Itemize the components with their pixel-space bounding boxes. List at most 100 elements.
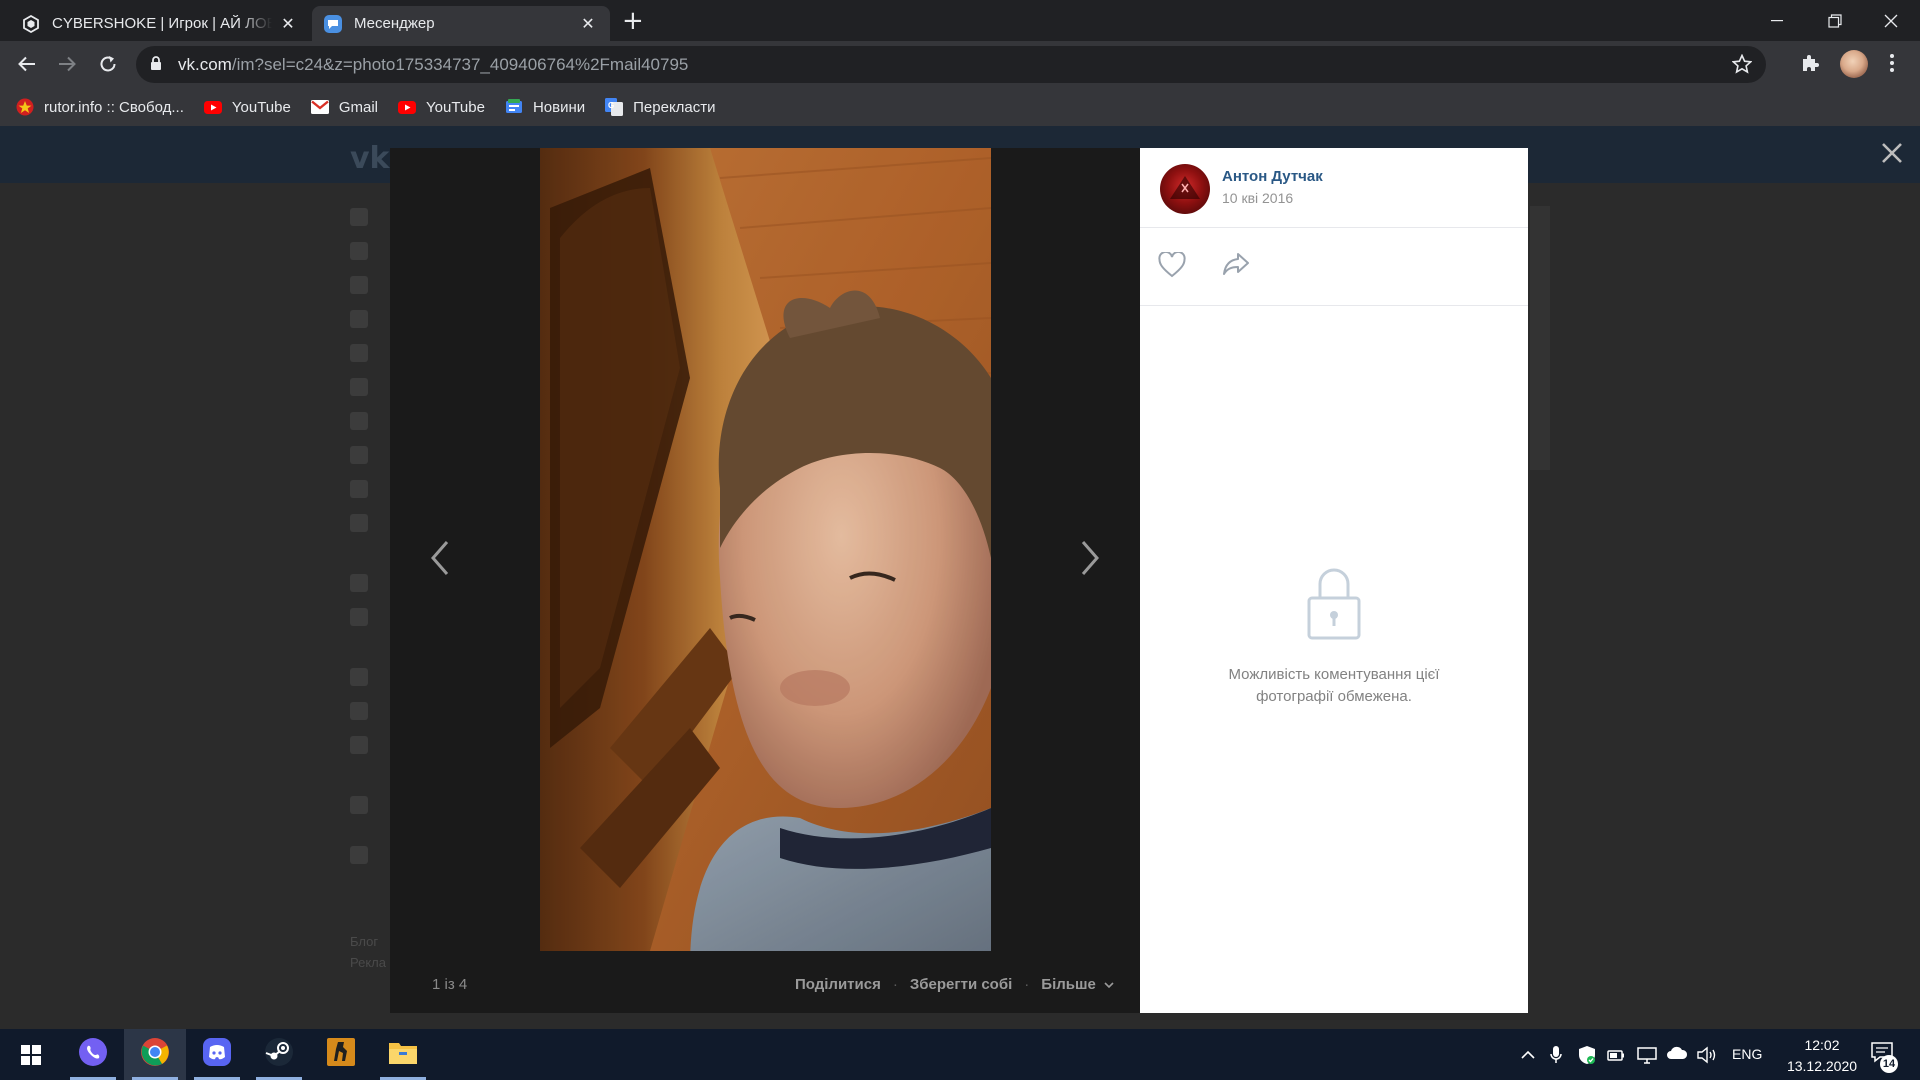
like-heart-icon[interactable] [1158,250,1186,283]
security-shield-icon[interactable] [1578,1045,1596,1070]
taskbar-discord[interactable] [186,1029,248,1080]
photo-info-panel: Антон Дутчак 10 кві 2016 Можливість коме… [1140,148,1528,1013]
microphone-icon[interactable] [1550,1045,1562,1070]
photos-icon [350,378,368,396]
youtube-icon [398,98,416,116]
chrome-menu-icon[interactable] [1890,54,1894,77]
browser-tab-strip: CYBERSHOKE | Игрок | АЙ ЛОВИ ✕ Месенджер… [0,0,1920,41]
games-icon [350,514,368,532]
browser-toolbar: vk.com/im?sel=c24&z=photo175334737_40940… [0,41,1920,88]
photo-image[interactable] [540,148,991,951]
bookmarks-bar: rutor.info :: Свобод... YouTube Gmail Yo… [0,88,1920,126]
prev-photo-arrow-icon[interactable] [420,528,460,588]
news-icon [350,242,368,260]
notification-count-badge: 14 [1880,1055,1898,1073]
onedrive-cloud-icon[interactable] [1666,1045,1688,1066]
tab-messenger[interactable]: Месенджер ✕ [312,6,610,41]
photo-actions: Поділитися · Зберегти собі · Більше [795,976,1114,993]
more-link[interactable]: Більше [1041,976,1114,993]
groups-icon [350,796,368,814]
start-button[interactable] [0,1029,62,1080]
profile-avatar[interactable] [1840,50,1868,78]
share-arrow-icon[interactable] [1222,252,1250,281]
next-photo-arrow-icon[interactable] [1070,528,1110,588]
bookmark-star-icon[interactable] [1731,53,1753,79]
footer-link: Блог [350,934,379,949]
bookmark-youtube[interactable]: YouTube [203,98,291,116]
separator: · [892,976,898,993]
author-block: Антон Дутчак 10 кві 2016 [1140,148,1528,228]
network-icon[interactable] [1636,1045,1658,1070]
bookmark-news[interactable]: Новини [505,98,585,116]
show-hidden-icons-chevron-icon[interactable] [1520,1047,1536,1065]
clock[interactable]: 12:02 13.12.2020 [1778,1035,1866,1077]
share-link[interactable]: Поділитися [795,976,881,993]
volume-icon[interactable] [1696,1045,1718,1070]
discord-icon [202,1037,232,1072]
google-news-icon [505,98,523,116]
svg-text:G: G [608,101,614,110]
extensions-puzzle-icon[interactable] [1800,53,1820,78]
google-translate-icon: G [605,98,624,116]
cybershoke-icon [22,14,40,33]
lock-icon[interactable] [150,56,162,76]
author-avatar[interactable] [1160,164,1210,214]
viewer-footer: 1 із 4 Поділитися · Зберегти собі · Біль… [390,968,1140,998]
files-icon [350,736,368,754]
close-window-button[interactable] [1862,0,1920,41]
bookmark-translate[interactable]: G Перекласти [605,98,716,116]
tab-title: CYBERSHOKE | Игрок | АЙ ЛОВИ [52,15,272,32]
lock-icon [1307,568,1361,640]
taskbar-steam[interactable] [248,1029,310,1080]
like-share-bar [1140,228,1528,306]
restore-button[interactable] [1806,0,1864,41]
back-button[interactable] [12,49,42,79]
photo-date[interactable]: 10 кві 2016 [1222,190,1293,206]
save-to-self-link[interactable]: Зберегти собі [910,976,1012,993]
minimize-button[interactable] [1748,0,1806,41]
language-indicator[interactable]: ENG [1732,1046,1762,1062]
viber-icon [78,1037,108,1072]
footer-link: Рекла [350,955,386,970]
new-tab-button[interactable]: + [622,8,644,34]
page-content: vk Блог Рекла 1 із 4 Поділитися · Зберег… [0,126,1920,1029]
url-text[interactable]: vk.com/im?sel=c24&z=photo175334737_40940… [178,55,688,75]
tab-close-button[interactable]: ✕ [578,14,598,34]
photo-counter: 1 із 4 [432,976,468,993]
bookmark-rutor[interactable]: rutor.info :: Свобод... [16,98,184,116]
messages-icon [350,276,368,294]
tab-close-button[interactable]: ✕ [278,14,298,34]
videos-icon [350,446,368,464]
photo-viewer: 1 із 4 Поділитися · Зберегти собі · Біль… [390,148,1140,1013]
bookmarks-icon [350,702,368,720]
taskbar-chrome[interactable] [124,1029,186,1080]
taskbar-viber[interactable] [62,1029,124,1080]
taskbar-csgo[interactable] [310,1029,372,1080]
vk-messenger-icon [324,14,342,33]
rutor-icon [16,98,34,116]
clock-time: 12:02 [1804,1037,1840,1053]
comments-restricted-notice: Можливість коментування цієї фотографії … [1140,566,1528,708]
address-bar[interactable]: vk.com/im?sel=c24&z=photo175334737_40940… [136,46,1766,83]
background-panel [1530,206,1550,470]
friends-icon [350,310,368,328]
steam-icon [264,1037,294,1072]
reload-button[interactable] [93,49,123,79]
forward-button[interactable] [52,49,82,79]
tab-title: Месенджер [354,15,435,32]
battery-icon[interactable] [1606,1045,1626,1070]
author-name-link[interactable]: Антон Дутчак [1222,168,1323,185]
chrome-icon [140,1037,170,1072]
apps-grid-icon [350,846,368,864]
file-explorer-icon [388,1039,418,1070]
clips-icon [350,480,368,498]
bookmark-gmail[interactable]: Gmail [310,98,378,116]
clock-date: 13.12.2020 [1786,1058,1858,1074]
vk-pay-icon [350,608,368,626]
restriction-message: Можливість коментування цієї фотографії … [1228,666,1440,705]
taskbar-file-explorer[interactable] [372,1029,434,1080]
close-viewer-icon[interactable] [1878,139,1906,167]
tab-cybershoke[interactable]: CYBERSHOKE | Игрок | АЙ ЛОВИ ✕ [10,6,310,41]
bookmark-youtube-2[interactable]: YouTube [398,98,485,116]
youtube-icon [203,98,222,116]
